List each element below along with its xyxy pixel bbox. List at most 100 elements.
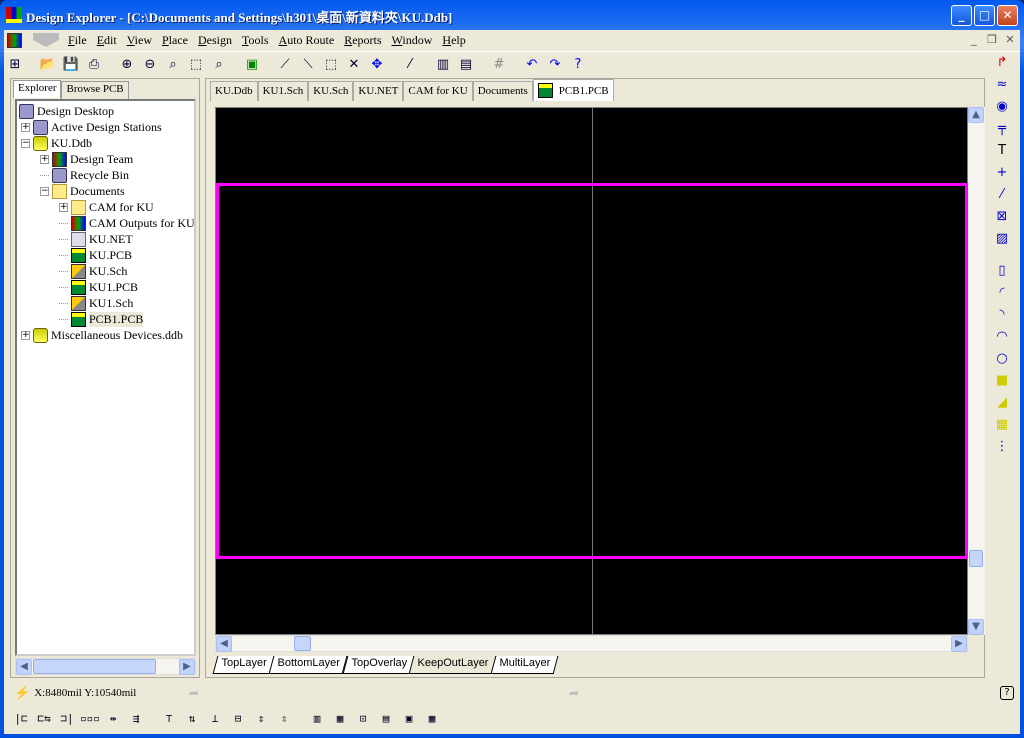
menu-arrow-icon[interactable]	[33, 33, 59, 47]
tree-item[interactable]: PCB1.PCB	[59, 311, 144, 327]
zoom-fit-icon[interactable]: ⌕	[162, 55, 184, 75]
tree-item[interactable]: + CAM for KU	[59, 199, 154, 215]
tab-explorer[interactable]: Explorer	[13, 80, 62, 98]
canvas-horizontal-scrollbar[interactable]: ◀ ▶	[215, 635, 968, 652]
expand-toggle[interactable]: +	[21, 330, 30, 340]
align-center-icon[interactable]: ⊟	[227, 709, 249, 727]
arc-center-icon[interactable]: ◜	[992, 282, 1012, 302]
tree-item[interactable]: Design Desktop	[19, 103, 114, 119]
browse-library-icon[interactable]: ▤	[455, 55, 477, 75]
redo-icon[interactable]: ↷	[544, 55, 566, 75]
scroll-down-button[interactable]: ▼	[968, 619, 984, 635]
align-top-icon[interactable]: ⊤	[158, 709, 180, 727]
menu-file[interactable]: File	[63, 33, 92, 48]
room-icon[interactable]: ▤	[375, 709, 397, 727]
tree-item[interactable]: KU1.Sch	[59, 295, 133, 311]
route-icon[interactable]: ⟍	[297, 55, 319, 75]
maximize-button[interactable]: □	[974, 5, 995, 26]
menu-edit[interactable]: Edit	[92, 33, 122, 48]
ungroup-icon[interactable]: ▦	[329, 709, 351, 727]
align-top-space-icon[interactable]: ⇅	[181, 709, 203, 727]
cross-probe-icon[interactable]: ⟋	[274, 55, 296, 75]
minimize-button[interactable]: _	[951, 5, 972, 26]
dimension-icon[interactable]: ⁄	[992, 184, 1012, 204]
vert-space-decrease-icon[interactable]: ⇳	[273, 709, 295, 727]
scroll-right-button[interactable]: ▶	[179, 659, 195, 675]
doc-tab[interactable]: KU.Sch	[308, 81, 354, 101]
tree-item[interactable]: − Documents	[40, 183, 125, 199]
tree-item[interactable]: KU1.PCB	[59, 279, 138, 295]
fill-icon[interactable]: ■	[992, 370, 1012, 390]
tree-item[interactable]: KU.PCB	[59, 247, 132, 263]
help-icon[interactable]: ?	[567, 55, 589, 75]
scroll-thumb[interactable]	[33, 659, 156, 674]
array-paste-icon[interactable]: ⋮	[992, 436, 1012, 456]
doc-tab[interactable]: CAM for KU	[403, 81, 473, 101]
scroll-left-button[interactable]: ◀	[216, 636, 232, 652]
coordinate-icon[interactable]: +	[992, 162, 1012, 182]
split-plane-icon[interactable]: ▦	[992, 414, 1012, 434]
place-track-icon[interactable]: ↱	[992, 52, 1012, 72]
pad-icon[interactable]: ╤	[992, 118, 1012, 138]
tree-item[interactable]: Recycle Bin	[40, 167, 129, 183]
document-icon[interactable]	[7, 32, 22, 48]
layer-tab[interactable]: MultiLayer	[490, 656, 559, 674]
expand-toggle[interactable]: +	[59, 202, 68, 212]
close-button[interactable]: ✕	[997, 5, 1018, 26]
align-left-space-icon[interactable]: ⊏⇆	[33, 709, 55, 727]
arc-any-icon[interactable]: ◠	[992, 326, 1012, 346]
scroll-left-button[interactable]: ◀	[16, 659, 32, 675]
horiz-space-equal-icon[interactable]: ▫▫▫	[79, 709, 101, 727]
doc-tab[interactable]: KU.Ddb	[210, 81, 258, 101]
menu-help[interactable]: Help	[437, 33, 470, 48]
canvas-vertical-scrollbar[interactable]: ▲ ▼	[968, 107, 985, 635]
select-area-icon[interactable]: ⬚	[320, 55, 342, 75]
vert-space-increase-icon[interactable]: ⇕	[250, 709, 272, 727]
scroll-up-button[interactable]: ▲	[968, 107, 984, 123]
arc-edge-icon[interactable]: ◝	[992, 304, 1012, 324]
mdi-close-button[interactable]: ✕	[1002, 33, 1018, 47]
doc-tab[interactable]: PCB1.PCB	[532, 79, 614, 101]
tab-browse-pcb[interactable]: Browse PCB	[61, 81, 129, 99]
layer-tab[interactable]: BottomLayer	[268, 656, 349, 674]
print-icon[interactable]: ⎙	[83, 55, 105, 75]
expand-toggle[interactable]: −	[21, 138, 30, 148]
horiz-space-increase-icon[interactable]: ⇹	[102, 709, 124, 727]
expand-toggle[interactable]: −	[40, 186, 49, 196]
string-icon[interactable]: T	[992, 140, 1012, 160]
align-grid-icon[interactable]: ⊡	[352, 709, 374, 727]
menu-tools[interactable]: Tools	[237, 33, 274, 48]
expand-toggle[interactable]: +	[40, 154, 49, 164]
component-report-icon[interactable]: ▦	[421, 709, 443, 727]
zoom-selected-icon[interactable]: ⌕	[208, 55, 230, 75]
move-icon[interactable]: ✥	[366, 55, 388, 75]
interactive-route-icon[interactable]: ≈	[992, 74, 1012, 94]
component-icon[interactable]: ▣	[241, 55, 263, 75]
layer-tab[interactable]: KeepOutLayer	[408, 656, 497, 674]
grid-icon[interactable]: #	[488, 55, 510, 75]
doc-tab[interactable]: KU1.Sch	[257, 81, 309, 101]
vscroll-thumb[interactable]	[969, 550, 983, 567]
pcb-canvas[interactable]	[215, 107, 968, 635]
open-icon[interactable]: 📂	[37, 55, 59, 75]
undo-icon[interactable]: ↶	[521, 55, 543, 75]
horiz-space-decrease-icon[interactable]: ⇶	[125, 709, 147, 727]
zoom-out-icon[interactable]: ⊖	[139, 55, 161, 75]
tree-item[interactable]: KU.NET	[59, 231, 133, 247]
tree-item[interactable]: + Miscellaneous Devices.ddb	[21, 327, 183, 343]
fill-hatch-icon[interactable]: ▨	[992, 228, 1012, 248]
via-icon[interactable]: ◉	[992, 96, 1012, 116]
deselect-icon[interactable]: ✕	[343, 55, 365, 75]
move-to-room-icon[interactable]: ▣	[398, 709, 420, 727]
menu-view[interactable]: View	[122, 33, 157, 48]
menu-place[interactable]: Place	[157, 33, 193, 48]
component-place-icon[interactable]: ▯	[992, 260, 1012, 280]
zoom-area-icon[interactable]: ⬚	[185, 55, 207, 75]
menu-window[interactable]: Window	[387, 33, 438, 48]
doc-tab[interactable]: Documents	[472, 81, 533, 101]
layer-tab[interactable]: TopLayer	[212, 656, 275, 674]
expand-toggle[interactable]: +	[21, 122, 30, 132]
zoom-in-icon[interactable]: ⊕	[116, 55, 138, 75]
magic-wand-icon[interactable]: ⁄	[399, 55, 421, 75]
align-left-icon[interactable]: |⊏	[10, 709, 32, 727]
